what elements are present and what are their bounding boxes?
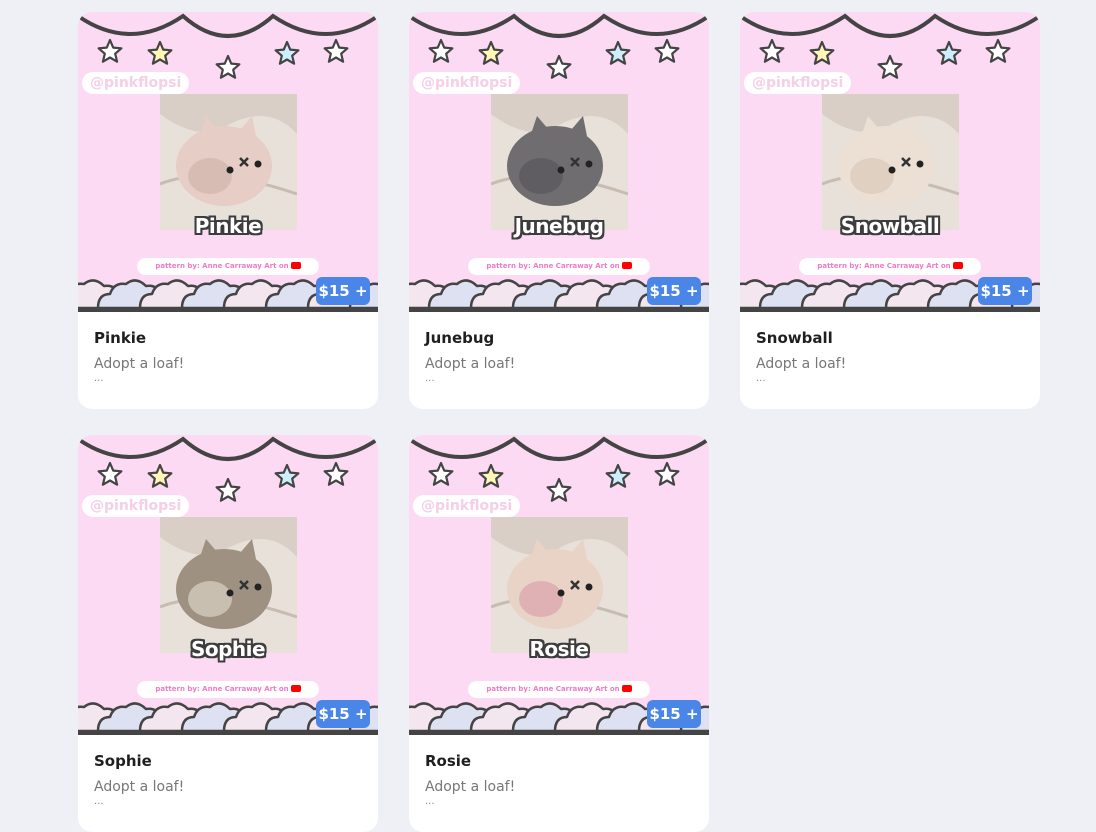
product-grid: @pinkflopsi Pinkie pattern by: Anne Carr… [78,12,1040,832]
pattern-credit: pattern by: Anne Carraway Art on [137,681,319,698]
pattern-credit: pattern by: Anne Carraway Art on [468,258,650,275]
product-description: Adopt a loaf! [756,356,847,372]
star-icon [274,463,300,488]
youtube-icon [621,684,632,692]
star-icon [478,463,504,488]
star-icon [877,54,903,79]
star-icon [428,38,454,63]
watermark-handle: @pinkflopsi [82,495,190,517]
star-icon [97,461,123,486]
plush-photo [160,517,297,653]
description-ellipsis: ... [756,373,766,384]
star-icon [428,461,454,486]
product-thumbnail[interactable]: @pinkflopsi Junebug pattern by: Anne Car… [409,12,709,312]
star-icon [936,40,962,65]
product-thumbnail[interactable]: @pinkflopsi Pinkie pattern by: Anne Carr… [78,12,378,312]
star-icon [478,40,504,65]
product-description: Adopt a loaf! [425,356,516,372]
description-ellipsis: ... [425,796,435,807]
product-description: Adopt a loaf! [94,779,185,795]
plush-photo [491,94,628,230]
youtube-icon [290,684,301,692]
watermark-handle: @pinkflopsi [413,72,521,94]
product-thumbnail[interactable]: @pinkflopsi Snowball pattern by: Anne Ca… [740,12,1040,312]
watermark-handle: @pinkflopsi [82,72,190,94]
product-thumbnail[interactable]: @pinkflopsi Rosie pattern by: Anne Carra… [409,435,709,735]
watermark-handle: @pinkflopsi [744,72,852,94]
plush-photo [491,517,628,653]
price-badge: $15 + [978,277,1032,305]
star-icon [323,38,349,63]
product-title[interactable]: Sophie [94,752,362,770]
plush-photo [160,94,297,230]
star-icon [759,38,785,63]
product-title[interactable]: Rosie [425,752,693,770]
product-title[interactable]: Snowball [756,329,1024,347]
star-icon [323,461,349,486]
star-icon [546,477,572,502]
thumbnail-name: Snowball [840,214,940,238]
youtube-icon [290,261,301,269]
thumbnail-name: Pinkie [194,214,262,238]
product-card[interactable]: @pinkflopsi Rosie pattern by: Anne Carra… [409,435,709,832]
star-icon [147,40,173,65]
pattern-credit: pattern by: Anne Carraway Art on [137,258,319,275]
star-icon [97,38,123,63]
price-badge: $15 + [316,700,370,728]
product-title[interactable]: Pinkie [94,329,362,347]
star-icon [985,38,1011,63]
star-icon [546,54,572,79]
price-badge: $15 + [647,277,701,305]
star-icon [654,38,680,63]
thumbnail-name: Junebug [514,214,604,238]
price-badge: $15 + [647,700,701,728]
star-icon [215,477,241,502]
thumbnail-name: Sophie [190,637,266,661]
description-ellipsis: ... [425,373,435,384]
watermark-handle: @pinkflopsi [413,495,521,517]
star-icon [809,40,835,65]
product-thumbnail[interactable]: @pinkflopsi Sophie pattern by: Anne Carr… [78,435,378,735]
price-badge: $15 + [316,277,370,305]
description-ellipsis: ... [94,796,104,807]
product-card[interactable]: @pinkflopsi Snowball pattern by: Anne Ca… [740,12,1040,409]
star-icon [605,40,631,65]
product-title[interactable]: Junebug [425,329,693,347]
youtube-icon [621,261,632,269]
star-icon [654,461,680,486]
youtube-icon [952,261,963,269]
star-icon [215,54,241,79]
star-icon [274,40,300,65]
product-card[interactable]: @pinkflopsi Sophie pattern by: Anne Carr… [78,435,378,832]
product-description: Adopt a loaf! [425,779,516,795]
product-description: Adopt a loaf! [94,356,185,372]
product-card[interactable]: @pinkflopsi Junebug pattern by: Anne Car… [409,12,709,409]
pattern-credit: pattern by: Anne Carraway Art on [799,258,981,275]
thumbnail-name: Rosie [529,637,589,661]
pattern-credit: pattern by: Anne Carraway Art on [468,681,650,698]
plush-photo [822,94,959,230]
star-icon [147,463,173,488]
description-ellipsis: ... [94,373,104,384]
product-card[interactable]: @pinkflopsi Pinkie pattern by: Anne Carr… [78,12,378,409]
star-icon [605,463,631,488]
